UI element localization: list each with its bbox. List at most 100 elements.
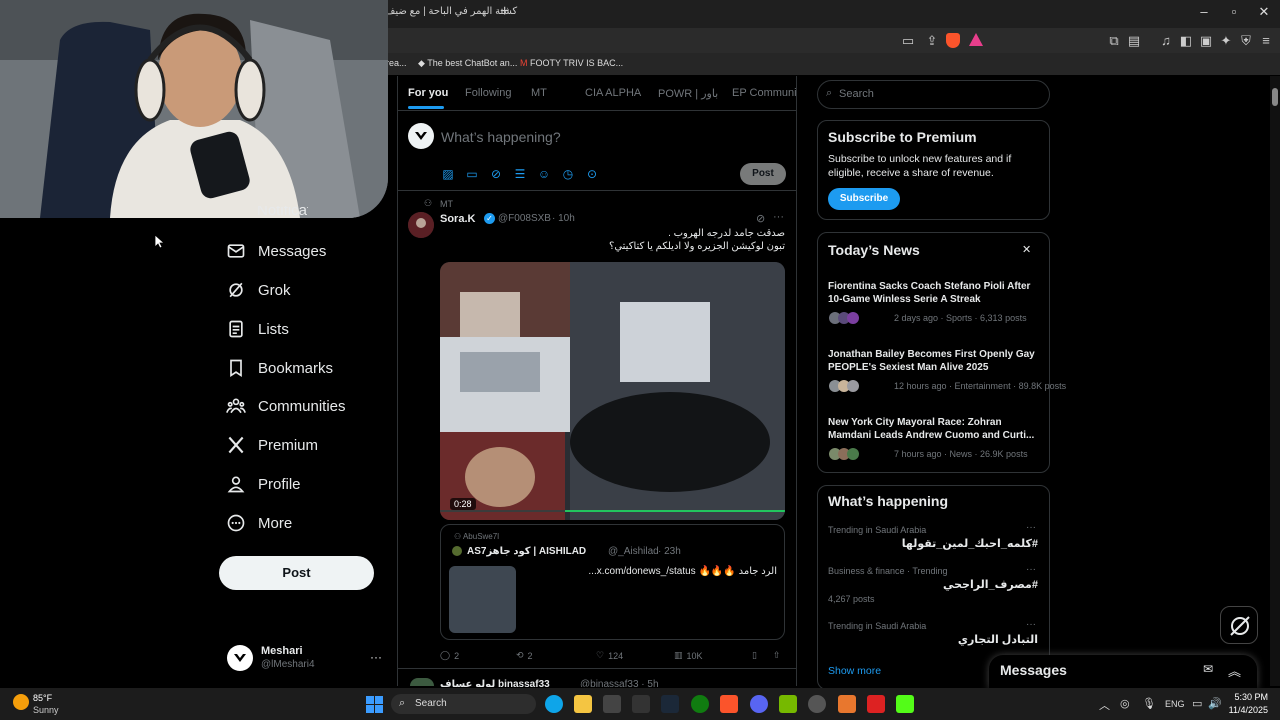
expand-icon[interactable]: ︽ — [1228, 661, 1241, 680]
trend-more-icon[interactable]: ··· — [1026, 522, 1036, 533]
nav-item-notifications[interactable]: Notifications — [226, 206, 308, 218]
grok-analyze-icon[interactable]: ⊘ — [756, 212, 765, 225]
repost-button[interactable]: ⟲ 2 — [516, 650, 533, 661]
news-item-title[interactable]: New York City Mayoral Race: Zohran Mamda… — [828, 416, 1040, 442]
sidebar-icon[interactable]: ◧ — [1178, 33, 1194, 49]
tray-app-icon[interactable]: ◎ — [1120, 697, 1130, 710]
tweet-avatar[interactable] — [408, 212, 434, 238]
media-icon[interactable]: ♫ — [1158, 33, 1174, 48]
brave-shield-icon[interactable] — [946, 33, 960, 48]
tweet-community[interactable]: MT — [440, 199, 453, 209]
like-button[interactable]: ♡ 124 — [596, 650, 623, 661]
file-explorer-icon[interactable] — [574, 695, 592, 713]
tab-powr[interactable]: POWR | باور — [658, 87, 718, 100]
new-message-icon[interactable]: ✉ — [1203, 662, 1213, 676]
clock-time[interactable]: 5:30 PM — [1232, 692, 1268, 702]
app-icon[interactable] — [808, 695, 826, 713]
terminal-icon[interactable] — [632, 695, 650, 713]
bookmark-button[interactable]: ▯ — [752, 650, 757, 661]
reply-button[interactable]: ◯ 2 — [440, 650, 459, 661]
tab-following[interactable]: Following — [465, 87, 511, 99]
nvidia-icon[interactable] — [779, 695, 797, 713]
bookmark-item[interactable]: M FOOTY TRIV IS BAC... — [520, 58, 623, 68]
trend-more-icon[interactable]: ··· — [1026, 564, 1036, 575]
trend-item[interactable]: #كلمه_احبك_لمين_تقولها — [902, 537, 1038, 550]
clock-date[interactable]: 11/4/2025 — [1226, 705, 1268, 715]
grok-icon[interactable]: ⊘ — [489, 167, 503, 181]
composer-post-button[interactable]: Post — [740, 163, 786, 185]
tray-chevron-icon[interactable]: ︿ — [1099, 697, 1110, 713]
account-more-button[interactable]: ··· — [370, 650, 382, 664]
volume-icon[interactable]: 🔊 — [1208, 697, 1222, 710]
emoji-icon[interactable]: ☺ — [537, 167, 551, 181]
share-button[interactable]: ⇧ — [773, 650, 781, 661]
brave-icon[interactable] — [720, 695, 738, 713]
vpn-icon[interactable]: ⛨ — [1238, 33, 1254, 49]
windows-start-icon[interactable] — [366, 696, 383, 713]
scrollbar[interactable] — [1270, 76, 1280, 686]
menu-icon[interactable]: ≡ — [1258, 33, 1274, 48]
tab-ep-community[interactable]: EP Communit — [732, 87, 796, 99]
share-icon[interactable]: ⇪ — [924, 33, 940, 49]
tab-cia-alpha[interactable]: CIA ALPHA — [585, 87, 641, 99]
tab-mt[interactable]: MT — [531, 87, 547, 99]
nav-item-lists[interactable]: Lists — [226, 316, 289, 342]
microphone-icon[interactable]: 🎙 — [1142, 697, 1156, 710]
close-icon[interactable]: ✕ — [1022, 243, 1031, 256]
trend-item[interactable]: التبادل التجاري — [958, 633, 1038, 646]
cast-icon[interactable]: ▭ — [900, 33, 916, 49]
news-item-title[interactable]: Fiorentina Sacks Coach Stefano Pioli Aft… — [828, 280, 1040, 306]
weather-icon[interactable] — [13, 694, 29, 710]
new-tab-button[interactable]: + — [500, 3, 509, 21]
nav-item-profile[interactable]: Profile — [226, 471, 301, 497]
trend-more-icon[interactable]: ··· — [1026, 619, 1036, 630]
views-button[interactable]: ▥ 10K — [674, 650, 703, 661]
nav-item-more[interactable]: More — [226, 510, 292, 536]
discord-icon[interactable] — [750, 695, 768, 713]
avatar[interactable] — [227, 645, 253, 671]
app-icon[interactable] — [838, 695, 856, 713]
tab-for-you[interactable]: For you — [408, 87, 448, 99]
nav-item-communities[interactable]: Communities — [226, 393, 346, 419]
show-more-link[interactable]: Show more — [828, 665, 881, 677]
taskbar-search[interactable] — [391, 694, 536, 714]
location-icon[interactable]: ⊙ — [585, 167, 599, 181]
brave-rewards-icon[interactable] — [969, 33, 983, 46]
subscribe-button[interactable]: Subscribe — [828, 188, 900, 210]
kick-icon[interactable] — [896, 695, 914, 713]
grok-button[interactable] — [1220, 606, 1258, 644]
edge-icon[interactable] — [545, 695, 563, 713]
network-icon[interactable]: ▭ — [1192, 697, 1202, 710]
app-icon[interactable] — [867, 695, 885, 713]
minimize-icon[interactable]: – — [1194, 4, 1214, 19]
wallet-icon[interactable]: ▣ — [1198, 33, 1214, 49]
language-indicator[interactable]: ENG — [1165, 699, 1185, 709]
schedule-icon[interactable]: ◷ — [561, 167, 575, 181]
news-item-title[interactable]: Jonathan Bailey Becomes First Openly Gay… — [828, 348, 1040, 374]
compose-input[interactable]: What’s happening? — [441, 129, 561, 145]
browser-tab[interactable]: (1) كشتة الهمر في الباحة | مع ضيف — [370, 6, 517, 17]
bookmark-item[interactable]: rea... — [386, 58, 407, 68]
maximize-icon[interactable]: ▫ — [1224, 4, 1244, 19]
nav-item-bookmarks[interactable]: Bookmarks — [226, 355, 333, 381]
bookmark-item[interactable]: ◆ The best ChatBot an... — [418, 58, 517, 69]
steam-icon[interactable] — [661, 695, 679, 713]
tweet-author[interactable]: Sora.K — [440, 213, 475, 225]
scrollbar-thumb[interactable] — [1272, 88, 1278, 106]
leo-icon[interactable]: ✦ — [1218, 33, 1234, 49]
tweet-more-icon[interactable]: ··· — [773, 211, 784, 223]
nav-item-grok[interactable]: Grok — [226, 277, 291, 303]
gif-icon[interactable]: ▭ — [465, 167, 479, 181]
weather-temp[interactable]: 85°F — [33, 693, 52, 703]
xbox-icon[interactable] — [691, 695, 709, 713]
trend-item[interactable]: #مصرف_الراجحي — [943, 578, 1038, 591]
tweet-handle[interactable]: @F008SXB — [498, 213, 551, 224]
nav-item-messages[interactable]: Messages — [226, 238, 326, 264]
reader-icon[interactable]: ▤ — [1126, 33, 1142, 49]
tweet-time[interactable]: · 10h — [552, 213, 575, 224]
store-icon[interactable] — [603, 695, 621, 713]
extensions-icon[interactable]: ⧉ — [1106, 33, 1122, 49]
close-window-icon[interactable]: ✕ — [1254, 4, 1274, 20]
tweet-video[interactable] — [440, 262, 785, 520]
image-icon[interactable]: ▨ — [441, 167, 455, 181]
